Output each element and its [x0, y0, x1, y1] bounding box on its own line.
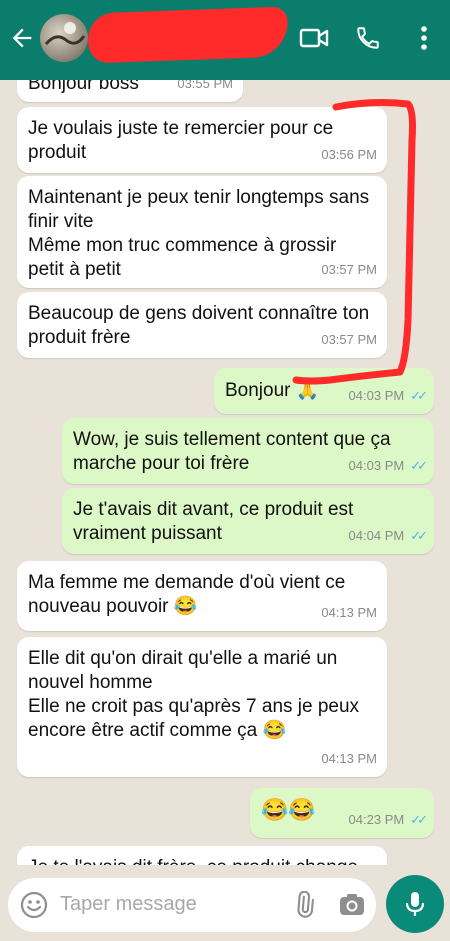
composer-bar: Taper message — [0, 865, 450, 941]
message-outgoing[interactable]: 😂😂 04:23 PM ✓✓ — [250, 788, 434, 838]
message-outgoing[interactable]: Wow, je suis tellement content que ça ma… — [62, 418, 434, 484]
mic-button[interactable] — [386, 875, 444, 933]
message-list[interactable]: Bonjour boss 03:55 PM Je voulais juste t… — [0, 80, 450, 865]
message-placeholder: Taper message — [60, 893, 197, 915]
emoji-icon[interactable] — [20, 891, 48, 919]
message-text: Elle dit qu'on dirait qu'elle a marié un… — [28, 648, 360, 742]
read-receipt-icon: ✓✓ — [410, 388, 428, 403]
message-incoming[interactable]: Maintenant je peux tenir longtemps sans … — [17, 176, 387, 288]
laughing-emoji: 😂 — [173, 596, 198, 617]
message-incoming[interactable]: Elle dit qu'on dirait qu'elle a marié un… — [17, 637, 387, 777]
message-incoming[interactable]: Je te l'avais dit frère, ce produit chan… — [17, 846, 387, 865]
mic-icon — [405, 892, 425, 916]
message-time: 03:57 PM — [321, 332, 377, 347]
avatar[interactable] — [40, 14, 88, 62]
attach-icon[interactable] — [290, 891, 318, 919]
camera-icon[interactable] — [338, 891, 366, 919]
message-time: 04:03 PM — [348, 458, 405, 473]
message-text: Bonjour — [225, 380, 291, 402]
message-time: 04:13 PM — [321, 605, 377, 620]
message-incoming[interactable]: Bonjour boss 03:55 PM — [17, 80, 243, 102]
message-incoming[interactable]: Je voulais juste te remercier pour ce pr… — [17, 107, 387, 173]
video-call-icon[interactable] — [298, 22, 330, 54]
message-time: 03:56 PM — [321, 147, 377, 162]
message-time: 03:57 PM — [321, 262, 377, 277]
message-time: 04:13 PM — [321, 751, 377, 766]
message-time: 04:23 PM — [348, 812, 405, 827]
message-time: 04:03 PM — [348, 388, 405, 403]
back-arrow-icon[interactable] — [8, 24, 36, 52]
read-receipt-icon: ✓✓ — [410, 812, 428, 827]
message-outgoing[interactable]: Je t'avais dit avant, ce produit est vra… — [62, 488, 434, 554]
message-time: 04:04 PM — [348, 528, 405, 543]
laughing-emoji: 😂 — [262, 720, 287, 741]
message-outgoing[interactable]: Bonjour 🙏 04:03 PM ✓✓ — [214, 368, 434, 414]
message-incoming[interactable]: Ma femme me demande d'où vient ce nouvea… — [17, 561, 387, 631]
chat-header — [0, 0, 450, 80]
read-receipt-icon: ✓✓ — [410, 528, 428, 543]
message-text: Je te l'avais dit frère, ce produit chan… — [28, 856, 377, 865]
message-input[interactable]: Taper message — [8, 878, 376, 932]
more-vertical-icon[interactable] — [408, 22, 440, 54]
contact-name-redacted — [87, 6, 289, 64]
praying-hands-emoji: 🙏 — [295, 380, 320, 401]
read-receipt-icon: ✓✓ — [410, 458, 428, 473]
phone-icon[interactable] — [352, 22, 384, 54]
message-time: 03:55 PM — [177, 80, 233, 91]
message-incoming[interactable]: Beaucoup de gens doivent connaître ton p… — [17, 292, 387, 358]
